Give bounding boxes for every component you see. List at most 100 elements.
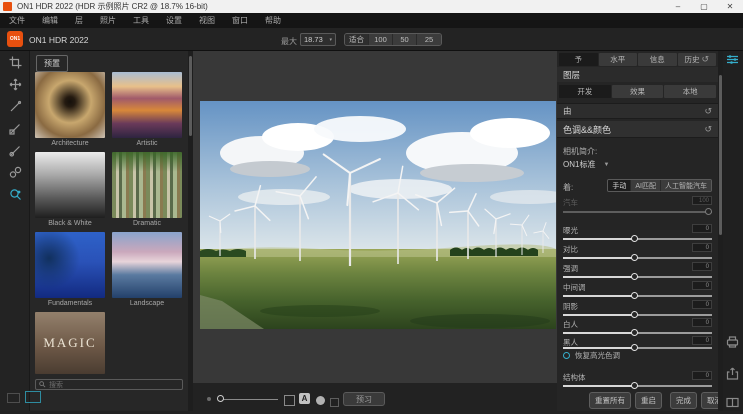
photo-wind-turbines[interactable] bbox=[200, 101, 556, 329]
slider-label-auto: 汽车 bbox=[563, 197, 578, 208]
export-icon[interactable] bbox=[726, 367, 740, 381]
split-view-icon[interactable] bbox=[726, 396, 740, 410]
canvas-zoom-slider[interactable] bbox=[222, 399, 278, 401]
hdr-section-header[interactable]: 由 ↺ bbox=[557, 103, 718, 119]
slider-value-structure[interactable]: 0 bbox=[692, 371, 712, 380]
preset-thumb-dramatic[interactable] bbox=[112, 152, 182, 218]
slider-highlights[interactable] bbox=[563, 276, 712, 278]
fit-button[interactable]: 适合 bbox=[345, 34, 369, 45]
close-button[interactable]: ✕ bbox=[717, 0, 743, 13]
maximize-button[interactable]: ▢ bbox=[691, 0, 717, 13]
slider-whites-handle[interactable] bbox=[631, 329, 638, 336]
tone-color-section-header[interactable]: 色调&&颜色 ↺ bbox=[557, 121, 718, 138]
zoom-50-button[interactable]: 50 bbox=[393, 34, 417, 45]
slider-midtones-handle[interactable] bbox=[631, 292, 638, 299]
zoom-25-button[interactable]: 25 bbox=[417, 34, 441, 45]
slider-value-highlights[interactable]: 0 bbox=[692, 262, 712, 271]
slider-value-shadows[interactable]: 0 bbox=[692, 300, 712, 309]
tab-tone[interactable]: 予 bbox=[559, 53, 598, 66]
tab-history[interactable]: 历史 ↺ bbox=[678, 53, 717, 66]
preview-button[interactable]: 预习 bbox=[343, 392, 385, 406]
slider-shadows[interactable] bbox=[563, 314, 712, 316]
slider-structure[interactable] bbox=[563, 385, 712, 387]
soft-proof-icon[interactable] bbox=[330, 394, 339, 412]
reset-icon[interactable]: ↺ bbox=[704, 106, 712, 117]
tone-mode-label: 着: bbox=[563, 182, 573, 193]
menu-settings[interactable]: 设置 bbox=[166, 15, 182, 26]
camera-profile-dropdown[interactable]: ON1标准 ▼ bbox=[563, 159, 609, 170]
menu-help[interactable]: 帮助 bbox=[265, 15, 281, 26]
menu-window[interactable]: 窗口 bbox=[232, 15, 248, 26]
menu-view[interactable]: 视图 bbox=[199, 15, 215, 26]
grid-view-toggle-icon[interactable] bbox=[7, 393, 20, 403]
slider-label-exposure: 曝光 bbox=[563, 225, 578, 236]
zoom-value-dropdown[interactable]: 18.73 ▾ bbox=[300, 33, 336, 46]
on1-logo: ON1 bbox=[7, 31, 23, 47]
tone-ai-match-button[interactable]: AI匹配 bbox=[631, 180, 661, 191]
reset-icon[interactable]: ↺ bbox=[704, 124, 712, 135]
reset-all-button[interactable]: 重置所有 bbox=[589, 392, 631, 409]
recover-highlights-toggle[interactable]: 恢复高光色调 bbox=[563, 350, 620, 361]
refine-brush-tool-icon[interactable] bbox=[0, 139, 30, 161]
presets-panel: 预置 Architecture Artistic Black & White D… bbox=[30, 51, 188, 411]
slider-value-midtones[interactable]: 0 bbox=[692, 281, 712, 290]
compare-view-icon[interactable] bbox=[284, 393, 295, 411]
slider-value-whites[interactable]: 0 bbox=[692, 318, 712, 327]
done-button[interactable]: 完成 bbox=[670, 392, 697, 409]
tone-ai-auto-button[interactable]: 人工智能汽车 bbox=[661, 180, 711, 191]
print-icon[interactable] bbox=[726, 335, 740, 349]
preset-thumb-fundamentals[interactable] bbox=[35, 232, 105, 298]
preset-thumb-artistic[interactable] bbox=[112, 72, 182, 138]
zoom-100-button[interactable]: 100 bbox=[369, 34, 393, 45]
masking-bug-tool-icon[interactable] bbox=[0, 117, 30, 139]
slider-contrast-handle[interactable] bbox=[631, 254, 638, 261]
masking-brush-tool-icon[interactable] bbox=[0, 95, 30, 117]
slider-highlights-handle[interactable] bbox=[631, 273, 638, 280]
radio-icon bbox=[563, 352, 570, 359]
menu-file[interactable]: 文件 bbox=[9, 15, 25, 26]
tab-levels[interactable]: 水平 bbox=[599, 53, 638, 66]
menu-tools[interactable]: 工具 bbox=[133, 15, 149, 26]
canvas-zoom-slider-handle[interactable] bbox=[217, 395, 224, 402]
menu-edit[interactable]: 编辑 bbox=[42, 15, 58, 26]
adjustments-panel-icon[interactable] bbox=[726, 53, 740, 67]
slider-contrast[interactable] bbox=[563, 257, 712, 259]
reset-button[interactable]: 重启 bbox=[635, 392, 662, 409]
slider-auto-handle[interactable] bbox=[705, 208, 712, 215]
tab-info[interactable]: 信息 bbox=[638, 53, 677, 66]
chisel-blur-tool-icon[interactable] bbox=[0, 161, 30, 183]
slider-whites[interactable] bbox=[563, 332, 712, 334]
slider-exposure[interactable] bbox=[563, 238, 712, 240]
tab-effects[interactable]: 效果 bbox=[612, 85, 664, 98]
show-original-badge[interactable]: A bbox=[299, 393, 310, 404]
presets-tab[interactable]: 预置 bbox=[36, 55, 68, 72]
preset-search-input[interactable]: 搜索 bbox=[35, 379, 183, 390]
slider-value-contrast[interactable]: 0 bbox=[692, 243, 712, 252]
menu-layer[interactable]: 层 bbox=[75, 15, 83, 26]
slider-value-auto[interactable]: 100 bbox=[692, 196, 712, 205]
slider-blacks-handle[interactable] bbox=[631, 344, 638, 351]
move-tool-icon[interactable] bbox=[0, 73, 30, 95]
preview-circle-icon[interactable] bbox=[315, 393, 326, 411]
tone-manual-button[interactable]: 手动 bbox=[608, 180, 631, 191]
preset-thumb-architecture[interactable] bbox=[35, 72, 105, 138]
preset-thumb-landscape[interactable] bbox=[112, 232, 182, 298]
zoom-out-dot-icon[interactable] bbox=[207, 397, 211, 401]
slider-blacks[interactable] bbox=[563, 347, 712, 349]
preset-thumb-magic[interactable]: MAGIC bbox=[35, 312, 105, 374]
tab-develop[interactable]: 开发 bbox=[559, 85, 611, 98]
slider-shadows-handle[interactable] bbox=[631, 311, 638, 318]
filmstrip-view-toggle-icon[interactable] bbox=[25, 391, 41, 403]
tab-local[interactable]: 本地 bbox=[664, 85, 716, 98]
slider-value-exposure[interactable]: 0 bbox=[692, 224, 712, 233]
slider-auto[interactable] bbox=[563, 211, 712, 213]
slider-structure-handle[interactable] bbox=[631, 382, 638, 389]
slider-exposure-handle[interactable] bbox=[631, 235, 638, 242]
crop-tool-icon[interactable] bbox=[0, 51, 30, 73]
slider-value-blacks[interactable]: 0 bbox=[692, 336, 712, 345]
menu-photo[interactable]: 照片 bbox=[100, 15, 116, 26]
preset-thumb-black-white[interactable] bbox=[35, 152, 105, 218]
slider-midtones[interactable] bbox=[563, 295, 712, 297]
minimize-button[interactable]: – bbox=[665, 0, 691, 13]
view-tool-icon[interactable] bbox=[0, 183, 30, 205]
